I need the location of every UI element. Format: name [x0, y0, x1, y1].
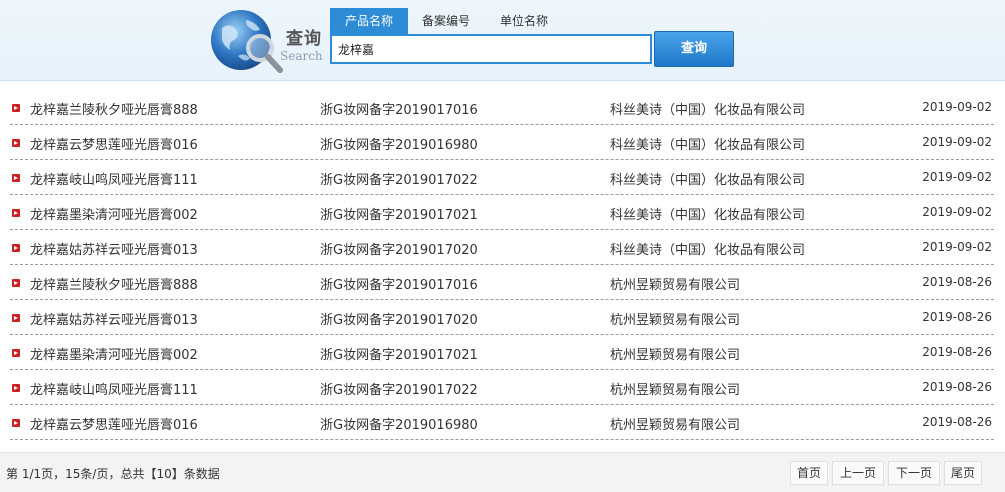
result-row[interactable]: 龙梓嘉云梦思莲哑光唇膏016 浙G妆网备字2019016980 科丝美诗（中国）化妆…	[10, 125, 994, 160]
company-name: 科丝美诗（中国）化妆品有限公司	[610, 138, 806, 153]
record-number: 浙G妆网备字2019017022	[320, 173, 478, 188]
product-name-link[interactable]: 龙梓嘉墨染清河哑光唇膏002	[30, 344, 198, 363]
record-date: 2019-09-02	[922, 100, 992, 114]
last-page-button[interactable]: 尾页	[944, 461, 982, 485]
logo-title-cn: 查询	[286, 29, 322, 49]
product-name-link[interactable]: 龙梓嘉岐山鸣凤哑光唇膏111	[30, 379, 198, 398]
record-date: 2019-09-02	[922, 205, 992, 219]
record-number: 浙G妆网备字2019017021	[320, 208, 478, 223]
company-name: 杭州昱颖贸易有限公司	[610, 348, 741, 363]
result-row[interactable]: 龙梓嘉墨染清河哑光唇膏002 浙G妆网备字2019017021 杭州昱颖贸易有限公司…	[10, 335, 994, 370]
bullet-icon	[12, 349, 20, 357]
record-number: 浙G妆网备字2019017022	[320, 383, 478, 398]
result-row[interactable]: 龙梓嘉兰陵秋夕哑光唇膏888 浙G妆网备字2019017016 科丝美诗（中国）化妆…	[10, 90, 994, 125]
globe-magnifier-icon	[211, 10, 283, 73]
record-number: 浙G妆网备字2019016980	[320, 418, 478, 433]
result-row[interactable]: 龙梓嘉姑苏祥云哑光唇膏013 浙G妆网备字2019017020 杭州昱颖贸易有限公司…	[10, 300, 994, 335]
record-number: 浙G妆网备字2019017020	[320, 243, 478, 258]
bullet-icon	[12, 419, 20, 427]
record-date: 2019-09-02	[922, 170, 992, 184]
tab-record-number[interactable]: 备案编号	[410, 8, 482, 34]
bullet-icon	[12, 314, 20, 322]
results-list: 龙梓嘉兰陵秋夕哑光唇膏888 浙G妆网备字2019017016 科丝美诗（中国）化妆…	[10, 90, 994, 440]
company-name: 科丝美诗（中国）化妆品有限公司	[610, 103, 806, 118]
result-row[interactable]: 龙梓嘉云梦思莲哑光唇膏016 浙G妆网备字2019016980 杭州昱颖贸易有限公司…	[10, 405, 994, 440]
search-button[interactable]: 查询	[654, 31, 734, 67]
record-number: 浙G妆网备字2019017016	[320, 278, 478, 293]
company-name: 杭州昱颖贸易有限公司	[610, 383, 741, 398]
company-name: 杭州昱颖贸易有限公司	[610, 418, 741, 433]
product-name-link[interactable]: 龙梓嘉云梦思莲哑光唇膏016	[30, 134, 198, 153]
result-row[interactable]: 龙梓嘉姑苏祥云哑光唇膏013 浙G妆网备字2019017020 科丝美诗（中国）化妆…	[10, 230, 994, 265]
next-page-button[interactable]: 下一页	[888, 461, 940, 485]
bullet-icon	[12, 104, 20, 112]
record-date: 2019-08-26	[922, 345, 992, 359]
product-name-link[interactable]: 龙梓嘉兰陵秋夕哑光唇膏888	[30, 99, 198, 118]
product-name-link[interactable]: 龙梓嘉墨染清河哑光唇膏002	[30, 204, 198, 223]
product-name-link[interactable]: 龙梓嘉兰陵秋夕哑光唇膏888	[30, 274, 198, 293]
result-row[interactable]: 龙梓嘉岐山鸣凤哑光唇膏111 浙G妆网备字2019017022 杭州昱颖贸易有限公司…	[10, 370, 994, 405]
result-row[interactable]: 龙梓嘉岐山鸣凤哑光唇膏111 浙G妆网备字2019017022 科丝美诗（中国）化妆…	[10, 160, 994, 195]
bullet-icon	[12, 209, 20, 217]
record-date: 2019-08-26	[922, 310, 992, 324]
product-name-link[interactable]: 龙梓嘉姑苏祥云哑光唇膏013	[30, 239, 198, 258]
search-input[interactable]	[330, 34, 652, 64]
record-date: 2019-09-02	[922, 135, 992, 149]
record-date: 2019-08-26	[922, 380, 992, 394]
result-row[interactable]: 龙梓嘉墨染清河哑光唇膏002 浙G妆网备字2019017021 科丝美诗（中国）化妆…	[10, 195, 994, 230]
tab-product-name[interactable]: 产品名称	[330, 8, 408, 34]
bullet-icon	[12, 279, 20, 287]
company-name: 科丝美诗（中国）化妆品有限公司	[610, 208, 806, 223]
bullet-icon	[12, 139, 20, 147]
company-name: 杭州昱颖贸易有限公司	[610, 313, 741, 328]
company-name: 科丝美诗（中国）化妆品有限公司	[610, 173, 806, 188]
search-header: 查询 Search 产品名称 备案编号 单位名称 查询	[0, 0, 1005, 81]
bullet-icon	[12, 384, 20, 392]
search-logo: 查询 Search	[208, 6, 326, 76]
record-number: 浙G妆网备字2019017021	[320, 348, 478, 363]
bullet-icon	[12, 244, 20, 252]
record-number: 浙G妆网备字2019016980	[320, 138, 478, 153]
page-info: 第 1/1页，15条/页，总共【10】条数据	[6, 467, 220, 481]
prev-page-button[interactable]: 上一页	[832, 461, 884, 485]
bullet-icon	[12, 174, 20, 182]
pagination-bar: 第 1/1页，15条/页，总共【10】条数据 首页 上一页 下一页 尾页	[0, 452, 1005, 492]
product-name-link[interactable]: 龙梓嘉云梦思莲哑光唇膏016	[30, 414, 198, 433]
tab-company-name[interactable]: 单位名称	[488, 8, 560, 34]
record-number: 浙G妆网备字2019017016	[320, 103, 478, 118]
logo-title-en: Search	[280, 49, 323, 63]
record-date: 2019-08-26	[922, 415, 992, 429]
record-date: 2019-09-02	[922, 240, 992, 254]
company-name: 杭州昱颖贸易有限公司	[610, 278, 741, 293]
company-name: 科丝美诗（中国）化妆品有限公司	[610, 243, 806, 258]
product-name-link[interactable]: 龙梓嘉姑苏祥云哑光唇膏013	[30, 309, 198, 328]
first-page-button[interactable]: 首页	[790, 461, 828, 485]
result-row[interactable]: 龙梓嘉兰陵秋夕哑光唇膏888 浙G妆网备字2019017016 杭州昱颖贸易有限公司…	[10, 265, 994, 300]
product-name-link[interactable]: 龙梓嘉岐山鸣凤哑光唇膏111	[30, 169, 198, 188]
record-number: 浙G妆网备字2019017020	[320, 313, 478, 328]
record-date: 2019-08-26	[922, 275, 992, 289]
